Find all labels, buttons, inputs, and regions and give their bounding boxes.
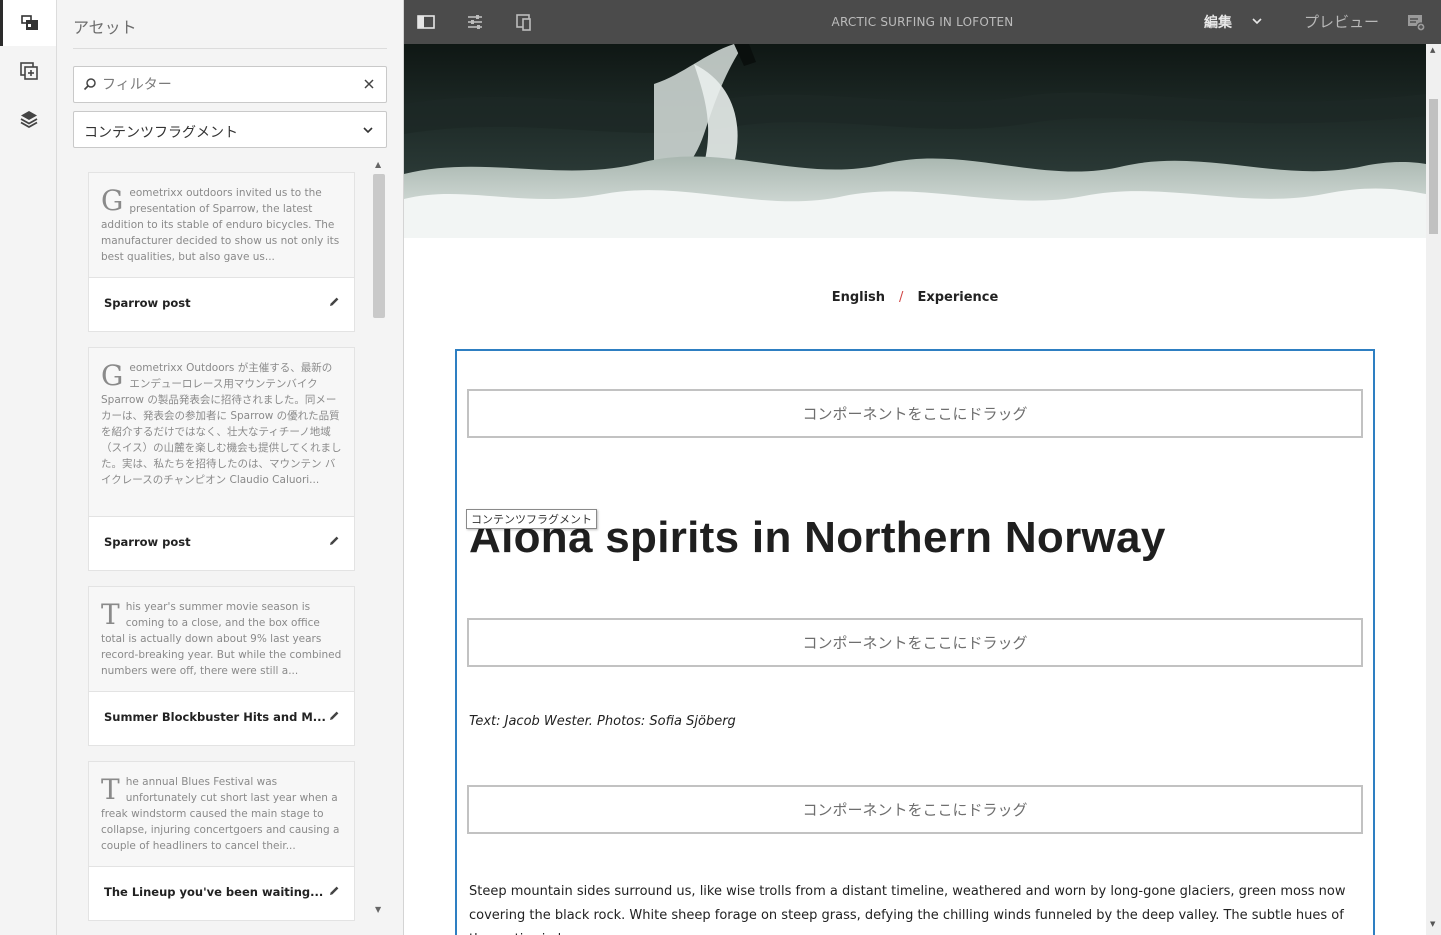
scrollbar-thumb[interactable] bbox=[1429, 99, 1438, 234]
page-scrollbar[interactable]: ▲ ▼ bbox=[1426, 44, 1441, 935]
search-icon bbox=[83, 78, 96, 91]
card-excerpt-text: eometrixx outdoors invited us to the pre… bbox=[101, 187, 340, 263]
mode-selector[interactable]: 編集 bbox=[1204, 12, 1232, 32]
preview-button[interactable]: プレビュー bbox=[1304, 11, 1379, 32]
scroll-down-arrow-icon[interactable]: ▼ bbox=[1430, 920, 1435, 928]
assets-panel-button[interactable] bbox=[0, 0, 56, 46]
card-title: Sparrow post bbox=[104, 535, 191, 549]
side-rail bbox=[0, 0, 57, 935]
filter-input[interactable] bbox=[102, 67, 352, 102]
asset-type-value: コンテンツフラグメント bbox=[84, 125, 238, 141]
scroll-up-arrow-icon[interactable]: ▲ bbox=[375, 160, 381, 169]
card-dropcap: G bbox=[101, 184, 124, 217]
drop-zone[interactable]: コンポーネントをここにドラッグ bbox=[467, 785, 1363, 834]
divider bbox=[73, 48, 387, 49]
card-excerpt: T he annual Blues Festival was unfortuna… bbox=[89, 762, 354, 867]
body-paragraph[interactable]: Steep mountain sides surround us, like w… bbox=[469, 880, 1359, 935]
card-excerpt-text: he annual Blues Festival was unfortunate… bbox=[101, 776, 340, 852]
annotations-icon[interactable] bbox=[1406, 12, 1426, 32]
clear-icon[interactable] bbox=[362, 77, 376, 91]
pencil-icon[interactable] bbox=[328, 710, 340, 722]
asset-list-scrollbar[interactable]: ▲ ▼ bbox=[371, 160, 387, 920]
breadcrumb-separator: / bbox=[899, 290, 904, 305]
card-dropcap: G bbox=[101, 359, 124, 392]
content-fragment-tag: コンテンツフラグメント bbox=[466, 509, 597, 529]
card-excerpt: G eometrixx outdoors invited us to the p… bbox=[89, 173, 354, 278]
components-panel-button[interactable] bbox=[0, 48, 57, 94]
components-add-icon bbox=[19, 62, 38, 80]
drop-zone[interactable]: コンポーネントをここにドラッグ bbox=[467, 618, 1363, 667]
scrollbar-thumb[interactable] bbox=[373, 174, 385, 318]
drop-zone[interactable]: コンポーネントをここにドラッグ bbox=[467, 389, 1363, 438]
card-dropcap: T bbox=[101, 598, 120, 631]
layers-icon bbox=[20, 111, 37, 129]
assets-panel-icon bbox=[20, 15, 38, 30]
chevron-down-icon bbox=[363, 127, 373, 134]
content-tree-button[interactable] bbox=[0, 96, 57, 142]
breadcrumb-item[interactable]: English bbox=[832, 290, 885, 305]
pencil-icon[interactable] bbox=[328, 885, 340, 897]
scroll-up-arrow-icon[interactable]: ▲ bbox=[1430, 46, 1435, 54]
byline[interactable]: Text: Jacob Wester. Photos: Sofia Sjöber… bbox=[469, 714, 736, 729]
chevron-down-icon[interactable] bbox=[1252, 17, 1262, 25]
scroll-down-arrow-icon[interactable]: ▼ bbox=[375, 905, 381, 914]
asset-card[interactable]: G eometrixx outdoors invited us to the p… bbox=[88, 172, 355, 332]
pencil-icon[interactable] bbox=[328, 296, 340, 308]
card-footer: Sparrow post bbox=[89, 517, 354, 570]
page-title: ARCTIC SURFING IN LOFOTEN bbox=[831, 15, 1014, 29]
card-dropcap: T bbox=[101, 773, 120, 806]
assets-panel: アセット コンテンツフラグメント G eometrixx outdoors in… bbox=[57, 0, 404, 935]
breadcrumb-item[interactable]: Experience bbox=[917, 290, 998, 305]
card-footer: Sparrow post bbox=[89, 278, 354, 331]
editor-toolbar: ARCTIC SURFING IN LOFOTEN 編集 プレビュー bbox=[404, 0, 1441, 44]
card-footer: The Lineup you've been waiting... bbox=[89, 867, 354, 920]
card-excerpt-text: eometrixx Outdoors が主催する、最新のエンデューロレース用マウ… bbox=[101, 362, 342, 486]
filter-search-box bbox=[73, 66, 387, 103]
asset-card[interactable]: G eometrixx Outdoors が主催する、最新のエンデューロレース用… bbox=[88, 347, 355, 571]
asset-card[interactable]: T his year's summer movie season is comi… bbox=[88, 586, 355, 746]
card-excerpt: T his year's summer movie season is comi… bbox=[89, 587, 354, 692]
card-title: Summer Blockbuster Hits and M... bbox=[104, 710, 326, 724]
card-footer: Summer Blockbuster Hits and M... bbox=[89, 692, 354, 745]
asset-type-select[interactable]: コンテンツフラグメント bbox=[73, 111, 387, 148]
page-canvas: English / Experience コンポーネントをここにドラッグ コンテンツ… bbox=[404, 44, 1426, 935]
card-title: Sparrow post bbox=[104, 296, 191, 310]
card-excerpt-text: his year's summer movie season is coming… bbox=[101, 601, 342, 677]
selected-container[interactable]: コンポーネントをここにドラッグ コンテンツフラグメント Aloha spirit… bbox=[455, 349, 1375, 935]
panel-title: アセット bbox=[73, 18, 137, 37]
asset-card[interactable]: T he annual Blues Festival was unfortuna… bbox=[88, 761, 355, 921]
asset-list: G eometrixx outdoors invited us to the p… bbox=[88, 172, 356, 932]
breadcrumb: English / Experience bbox=[404, 290, 1426, 305]
card-excerpt: G eometrixx Outdoors が主催する、最新のエンデューロレース用… bbox=[89, 348, 354, 517]
pencil-icon[interactable] bbox=[328, 535, 340, 547]
hero-image[interactable] bbox=[404, 44, 1426, 238]
card-title: The Lineup you've been waiting... bbox=[104, 885, 324, 899]
